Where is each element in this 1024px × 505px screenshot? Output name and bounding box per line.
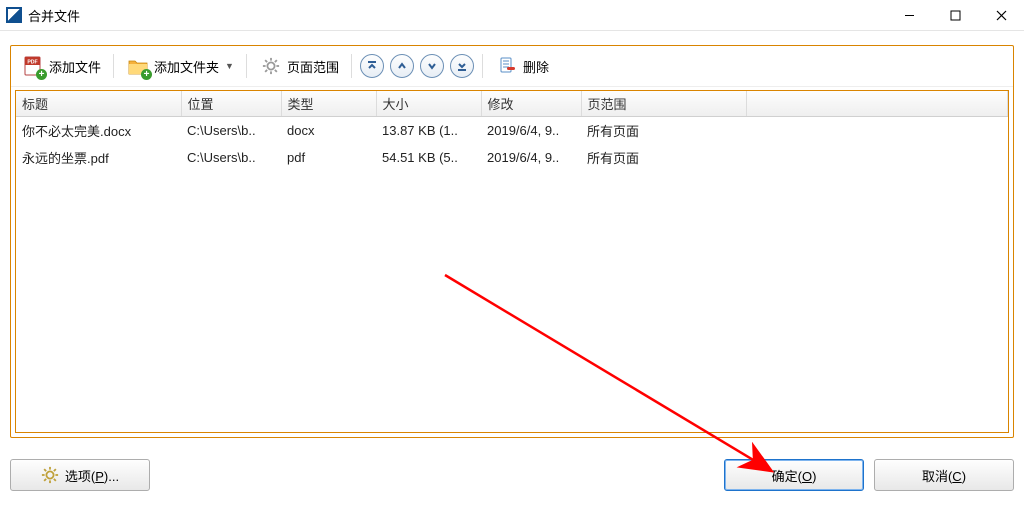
cell-type: pdf: [281, 144, 376, 171]
cell-location: C:\Users\b..: [181, 144, 281, 171]
cell-size: 54.51 KB (5..: [376, 144, 481, 171]
main-panel: PDF + 添加文件 + 添加文件夹 ▼: [10, 45, 1014, 438]
gear-icon: [259, 54, 283, 78]
titlebar: 合并文件: [0, 0, 1024, 31]
table-header-row: 标题 位置 类型 大小 修改 页范围: [16, 91, 1008, 117]
cell-page_range: 所有页面: [581, 144, 746, 171]
svg-text:PDF: PDF: [27, 60, 37, 66]
cell-title: 你不必太完美.docx: [16, 117, 181, 145]
table-row[interactable]: 永远的坐票.pdfC:\Users\b..pdf54.51 KB (5..201…: [16, 144, 1008, 171]
dropdown-arrow-icon: ▼: [225, 61, 234, 71]
folder-icon: +: [126, 54, 150, 78]
add-file-label: 添加文件: [49, 57, 101, 76]
cancel-button[interactable]: 取消(C): [874, 459, 1014, 491]
move-down-button[interactable]: [420, 54, 444, 78]
page-range-label: 页面范围: [287, 57, 339, 76]
bottom-bar: 选项(P)... 确定(O) 取消(C): [10, 458, 1014, 492]
options-label: 选项(P)...: [65, 466, 119, 485]
file-table: 标题 位置 类型 大小 修改 页范围 你不必太完美.docxC:\Users\b…: [15, 90, 1009, 433]
app-icon: [6, 7, 22, 23]
delete-label: 删除: [523, 57, 549, 76]
table-row[interactable]: 你不必太完美.docxC:\Users\b..docx13.87 KB (1..…: [16, 117, 1008, 145]
col-pagerange[interactable]: 页范围: [581, 91, 746, 117]
separator: [482, 54, 483, 78]
cell-title: 永远的坐票.pdf: [16, 144, 181, 171]
add-folder-button[interactable]: + 添加文件夹 ▼: [120, 51, 240, 81]
toolbar: PDF + 添加文件 + 添加文件夹 ▼: [11, 46, 1013, 87]
separator: [351, 54, 352, 78]
cell-modified: 2019/6/4, 9..: [481, 117, 581, 145]
maximize-button[interactable]: [932, 0, 978, 30]
ok-label: 确定(O): [772, 466, 817, 485]
page-range-button[interactable]: 页面范围: [253, 51, 345, 81]
cancel-label: 取消(C): [922, 466, 966, 485]
col-modified[interactable]: 修改: [481, 91, 581, 117]
cell-modified: 2019/6/4, 9..: [481, 144, 581, 171]
pdf-file-icon: PDF +: [21, 54, 45, 78]
col-location[interactable]: 位置: [181, 91, 281, 117]
options-button[interactable]: 选项(P)...: [10, 459, 150, 491]
add-file-button[interactable]: PDF + 添加文件: [15, 51, 107, 81]
delete-icon: [495, 54, 519, 78]
col-type[interactable]: 类型: [281, 91, 376, 117]
cell-location: C:\Users\b..: [181, 117, 281, 145]
cell-size: 13.87 KB (1..: [376, 117, 481, 145]
minimize-button[interactable]: [886, 0, 932, 30]
move-top-button[interactable]: [360, 54, 384, 78]
cell-page_range: 所有页面: [581, 117, 746, 145]
delete-button[interactable]: 删除: [489, 51, 555, 81]
col-size[interactable]: 大小: [376, 91, 481, 117]
gear-icon: [41, 466, 59, 484]
add-folder-label: 添加文件夹: [154, 57, 219, 76]
col-title[interactable]: 标题: [16, 91, 181, 117]
window-title: 合并文件: [28, 6, 80, 25]
cell-type: docx: [281, 117, 376, 145]
close-button[interactable]: [978, 0, 1024, 30]
ok-button[interactable]: 确定(O): [724, 459, 864, 491]
move-bottom-button[interactable]: [450, 54, 474, 78]
move-up-button[interactable]: [390, 54, 414, 78]
separator: [246, 54, 247, 78]
col-spacer: [746, 91, 1008, 117]
separator: [113, 54, 114, 78]
